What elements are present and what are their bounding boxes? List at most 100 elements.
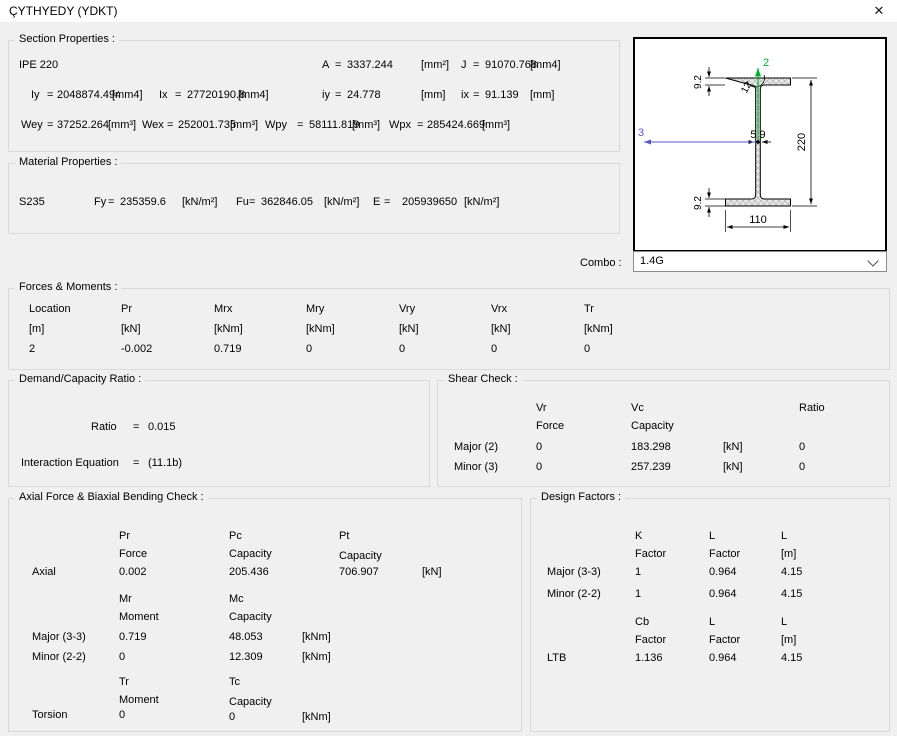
prop-label-Wpx: Wpx	[389, 119, 411, 131]
equals-sign: =	[384, 196, 390, 208]
prop-unit-ix: [mm]	[530, 89, 554, 101]
combo-selected-value: 1.4G	[640, 255, 664, 267]
interaction-equation-value: (11.1b)	[148, 457, 182, 469]
row-label: Minor (2-2)	[547, 588, 601, 600]
prop-label-E: E	[373, 196, 380, 208]
section-properties-group: Section Properties : IPE 220 A = 3337.24…	[8, 40, 620, 152]
prop-label-Wex: Wex	[142, 119, 164, 131]
cell-value: 0.964	[709, 652, 737, 664]
cell-value: 1	[635, 566, 641, 578]
ratio-value: 0.015	[148, 421, 176, 433]
shear-check-group: Shear Check : Vr Vc Ratio Force Capacity…	[437, 380, 890, 487]
dialog-title: ÇYTHYEDY (YDKT)	[9, 4, 117, 18]
demand-capacity-group: Demand/Capacity Ratio : Ratio = 0.015 In…	[8, 380, 430, 487]
prop-unit-Iy: [mm4]	[112, 89, 143, 101]
prop-unit-Fu: [kN/m²]	[324, 196, 359, 208]
cell-value: 0	[584, 343, 590, 355]
prop-value-iy: 24.778	[347, 89, 381, 101]
cell-value: 257.239	[631, 461, 671, 473]
column-header: Capacity	[631, 420, 674, 432]
column-header: Factor	[709, 548, 740, 560]
column-header: Vc	[631, 402, 644, 414]
cell-value: 0	[306, 343, 312, 355]
column-header: L	[781, 616, 787, 628]
equals-sign: =	[47, 89, 53, 101]
prop-label-Fy: Fy	[94, 196, 106, 208]
cell-value: 706.907	[339, 566, 379, 578]
column-header: Capacity	[229, 548, 272, 560]
equals-sign: =	[335, 59, 341, 71]
prop-value-Ix: 27720190.8	[187, 89, 245, 101]
cell-value: 4.15	[781, 588, 802, 600]
prop-unit-A: [mm²]	[421, 59, 449, 71]
prop-label-Wey: Wey	[21, 119, 43, 131]
equals-sign: =	[297, 119, 303, 131]
row-label: Major (3-3)	[32, 631, 86, 643]
prop-unit-J: [mm4]	[530, 59, 561, 71]
cell-value: -0.002	[121, 343, 152, 355]
row-label: Minor (2-2)	[32, 651, 86, 663]
prop-label-iy: iy	[322, 89, 330, 101]
cell-value: 48.053	[229, 631, 263, 643]
cell-unit: [kN]	[723, 461, 743, 473]
axial-bending-group: Axial Force & Biaxial Bending Check : Pr…	[8, 498, 522, 732]
cell-value: 0	[536, 441, 542, 453]
prop-label-Ix: Ix	[159, 89, 168, 101]
column-header: Capacity	[339, 550, 382, 562]
column-header: Mc	[229, 593, 244, 605]
column-header: Force	[536, 420, 564, 432]
section-centroid-marker	[756, 140, 760, 144]
column-header: Mry	[306, 303, 324, 315]
group-title: Section Properties :	[15, 33, 119, 45]
cell-value: 0	[119, 709, 125, 721]
column-header: Cb	[635, 616, 649, 628]
prop-unit-Wpx: [mm³]	[482, 119, 510, 131]
row-label: Torsion	[32, 709, 67, 721]
column-header: Pc	[229, 530, 242, 542]
cell-value: 2	[29, 343, 35, 355]
dim-flange-thickness-top: 9.2	[693, 75, 704, 89]
combo-select[interactable]: 1.4G	[633, 251, 887, 272]
group-title: Shear Check :	[444, 373, 522, 385]
material-properties-group: Material Properties : S235 Fy = 235359.6…	[8, 163, 620, 234]
row-label: LTB	[547, 652, 566, 664]
cell-value: 4.15	[781, 652, 802, 664]
column-header: Pr	[121, 303, 132, 315]
column-header: Vrx	[491, 303, 507, 315]
cell-value: 183.298	[631, 441, 671, 453]
column-header: Tc	[229, 676, 240, 688]
column-header: Vr	[536, 402, 547, 414]
column-unit: [kN]	[121, 323, 141, 335]
prop-label-J: J	[461, 59, 467, 71]
cell-value: 12.309	[229, 651, 263, 663]
column-header: Vry	[399, 303, 415, 315]
chevron-down-icon	[867, 255, 878, 266]
cell-value: 0.719	[214, 343, 242, 355]
prop-value-Fy: 235359.6	[120, 196, 166, 208]
section-diagram: 9.2 9.2 110 220 12 5.9 3	[635, 39, 885, 250]
cell-value: 0	[229, 711, 235, 723]
section-name: IPE 220	[19, 59, 58, 71]
column-header: Mrx	[214, 303, 232, 315]
column-header: Moment	[119, 694, 159, 706]
prop-label-ix: ix	[461, 89, 469, 101]
column-header: Ratio	[799, 402, 825, 414]
prop-unit-E: [kN/m²]	[464, 196, 499, 208]
close-icon[interactable]: ✕	[869, 2, 889, 20]
prop-value-Wpx: 285424.669	[427, 119, 485, 131]
cell-value: 205.436	[229, 566, 269, 578]
row-label: Axial	[32, 566, 56, 578]
bottom-strip	[0, 736, 897, 741]
cell-unit: [kNm]	[302, 631, 331, 643]
group-title: Forces & Moments :	[15, 281, 121, 293]
row-label: Minor (3)	[454, 461, 498, 473]
column-header: Force	[119, 548, 147, 560]
cell-value: 0	[536, 461, 542, 473]
column-header: Mr	[119, 593, 132, 605]
equals-sign: =	[417, 119, 423, 131]
column-unit: [kNm]	[584, 323, 613, 335]
column-header: Factor	[635, 634, 666, 646]
equals-sign: =	[473, 59, 479, 71]
row-label: Major (2)	[454, 441, 498, 453]
column-header: Moment	[119, 611, 159, 623]
